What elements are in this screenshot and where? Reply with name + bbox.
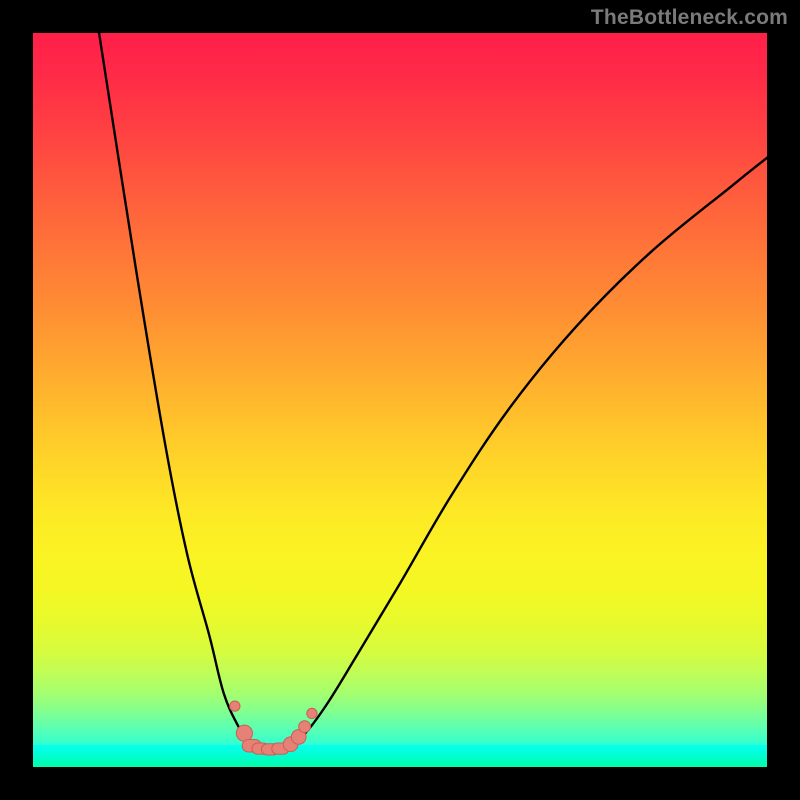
curve-marker	[236, 725, 252, 741]
curve-marker	[230, 701, 240, 711]
curve-marker	[299, 721, 311, 733]
curve-layer	[33, 33, 767, 767]
plot-area	[33, 33, 767, 767]
curve-marker	[307, 708, 317, 718]
bottleneck-curve	[99, 33, 767, 750]
watermark-text: TheBottleneck.com	[591, 6, 788, 30]
chart-frame: TheBottleneck.com	[0, 0, 800, 800]
